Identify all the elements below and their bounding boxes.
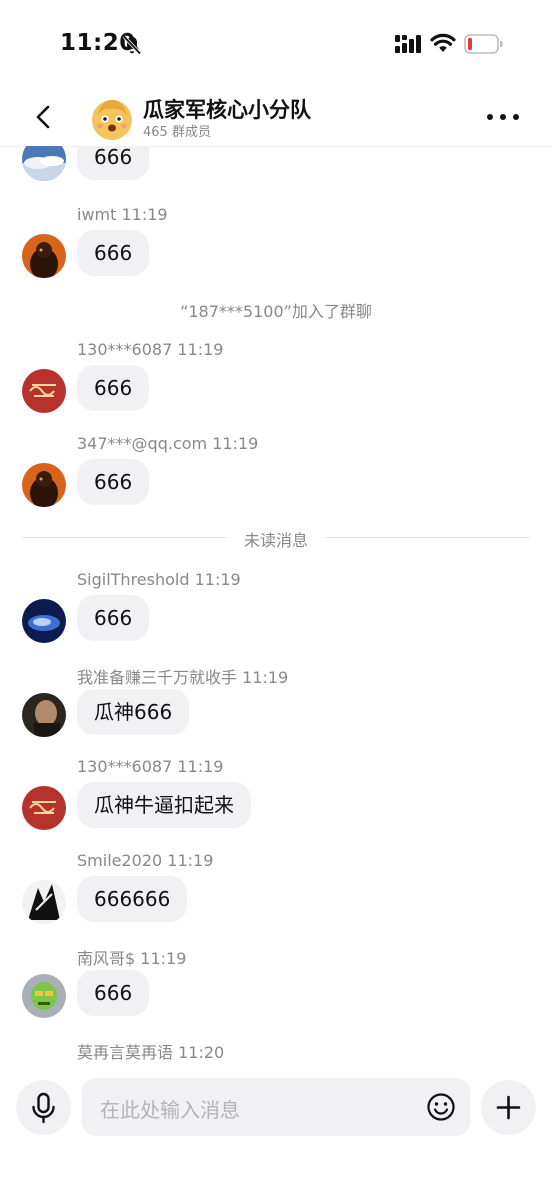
input-bar: 在此处输入消息 [0,1066,552,1200]
member-count[interactable]: 465 群成员 [143,121,211,140]
avatar[interactable] [22,974,66,1018]
message-bubble[interactable]: 666 [77,230,150,276]
system-message: “187***5100”加入了群聊 [180,302,372,321]
message-bubble[interactable]: 666666 [77,876,188,922]
sender-name: 130***6087 11:19 [77,757,224,776]
sender-name: iwmt 11:19 [77,205,168,224]
sender-name: SigilThreshold 11:19 [77,570,241,589]
sender-name: 莫再言莫再语 11:20 [77,1043,225,1062]
avatar[interactable] [22,146,66,181]
avatar[interactable] [22,369,66,413]
sender-name: 347***@qq.com 11:19 [77,434,259,453]
message-bubble[interactable]: 666 [77,595,150,641]
avatar[interactable] [22,234,66,278]
message-bubble[interactable]: 666 [77,459,150,505]
message-input[interactable]: 在此处输入消息 [82,1078,470,1136]
wifi-icon [430,33,456,52]
message-bubble[interactable]: 666 [77,970,150,1016]
unread-label: 未读消息 [243,531,308,550]
plus-icon [496,1095,521,1120]
message-bubble[interactable]: 瓜神666 [77,689,190,735]
bell-muted-icon [122,35,142,55]
sender-name: 我准备赚三千万就收手 11:19 [77,668,289,687]
group-avatar[interactable] [89,95,135,141]
avatar[interactable] [22,463,66,507]
input-placeholder: 在此处输入消息 [100,1098,240,1122]
message-bubble[interactable]: 666 [77,146,150,180]
message-bubble[interactable]: 666 [77,365,150,411]
battery-low-icon [464,34,503,54]
plus-button[interactable] [481,1080,536,1135]
emoji-icon[interactable] [426,1092,456,1122]
unread-divider: 未读消息 [22,527,530,550]
microphone-icon [32,1092,55,1124]
sender-name: 南风哥$ 11:19 [77,949,187,968]
avatar[interactable] [22,880,66,924]
message-list[interactable]: 666 iwmt 11:19 666 “187***5100”加入了群聊 130… [0,146,552,1066]
more-icon[interactable] [486,112,520,122]
avatar[interactable] [22,693,66,737]
sender-name: 130***6087 11:19 [77,340,224,359]
message-bubble[interactable]: 瓜神牛逼扣起来 [77,782,251,828]
avatar[interactable] [22,786,66,830]
sender-name: Smile2020 11:19 [77,851,214,870]
voice-button[interactable] [16,1080,71,1135]
chat-header: 瓜家军核心小分队 465 群成员 [0,90,552,147]
group-name[interactable]: 瓜家军核心小分队 [143,94,311,124]
status-bar: 11:20 [0,0,552,90]
back-arrow-icon[interactable] [30,102,58,132]
signal-icon [395,35,421,53]
avatar[interactable] [22,599,66,643]
